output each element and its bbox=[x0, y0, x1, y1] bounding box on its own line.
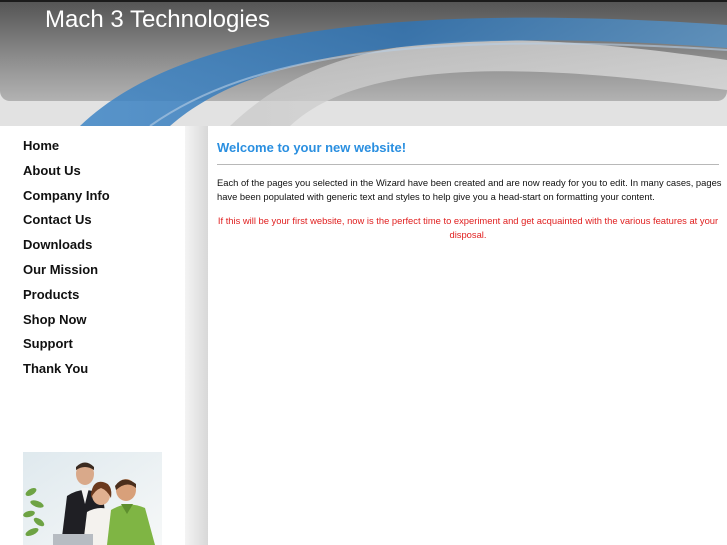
nav-item-shop-now[interactable]: Shop Now bbox=[23, 310, 110, 335]
nav-item-products[interactable]: Products bbox=[23, 285, 110, 310]
nav-item-support[interactable]: Support bbox=[23, 334, 110, 359]
main-content: Welcome to your new website! Each of the… bbox=[208, 126, 727, 545]
nav-item-thank-you[interactable]: Thank You bbox=[23, 359, 110, 384]
nav-item-home[interactable]: Home bbox=[23, 136, 110, 161]
laptop-shape bbox=[53, 534, 93, 545]
team-photo-illustration bbox=[23, 452, 162, 545]
sidebar: Home About Us Company Info Contact Us Do… bbox=[0, 126, 185, 545]
site-header: Mach 3 Technologies bbox=[0, 0, 727, 126]
nav-item-about-us[interactable]: About Us bbox=[23, 161, 110, 186]
first-website-note: If this will be your first website, now … bbox=[217, 215, 719, 240]
nav-item-company-info[interactable]: Company Info bbox=[23, 186, 110, 211]
page-heading: Welcome to your new website! bbox=[217, 140, 407, 155]
nav-item-contact-us[interactable]: Contact Us bbox=[23, 210, 110, 235]
main-nav: Home About Us Company Info Contact Us Do… bbox=[23, 136, 110, 384]
intro-paragraph: Each of the pages you selected in the Wi… bbox=[217, 177, 722, 202]
sidebar-divider bbox=[185, 126, 208, 545]
heading-divider bbox=[217, 164, 719, 165]
business-team-photo bbox=[23, 452, 162, 545]
site-title: Mach 3 Technologies bbox=[45, 6, 271, 33]
nav-item-downloads[interactable]: Downloads bbox=[23, 235, 110, 260]
nav-item-our-mission[interactable]: Our Mission bbox=[23, 260, 110, 285]
